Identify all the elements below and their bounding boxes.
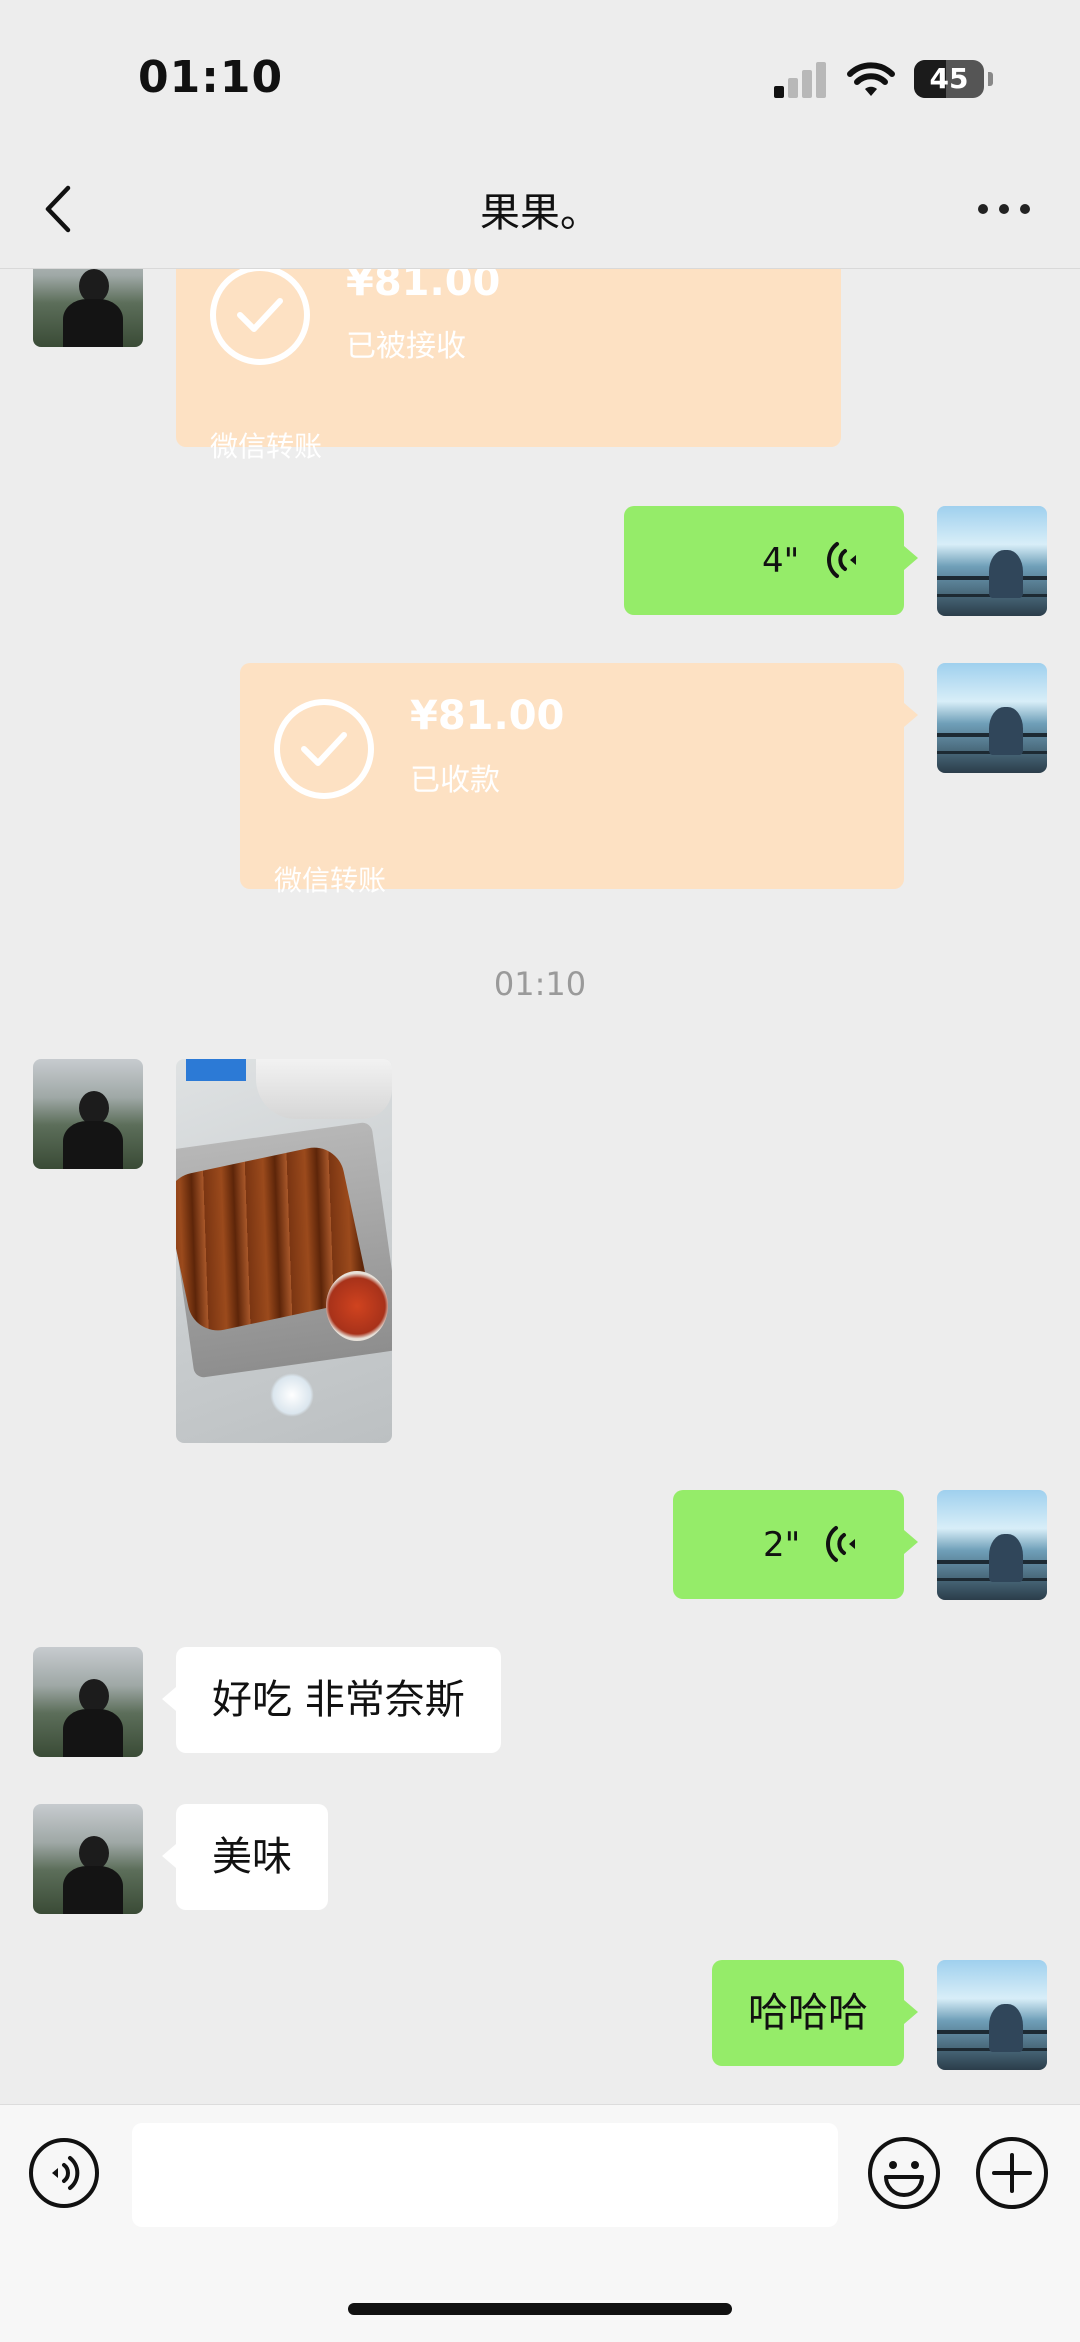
voice-mode-icon[interactable] bbox=[28, 2137, 100, 2209]
emoji-icon[interactable] bbox=[866, 2135, 942, 2211]
image-message[interactable] bbox=[176, 1059, 392, 1443]
transfer-amount: ¥81.00 bbox=[410, 693, 565, 739]
plus-circle-icon[interactable] bbox=[974, 2135, 1050, 2211]
voice-duration: 2" bbox=[763, 1525, 801, 1565]
battery-icon: 45 bbox=[914, 60, 993, 98]
contact-avatar[interactable] bbox=[33, 1647, 143, 1757]
check-circle-icon bbox=[274, 699, 374, 799]
chat-title: 果果。 bbox=[480, 190, 600, 236]
text-message[interactable]: 美味 bbox=[162, 1804, 328, 1910]
voice-message[interactable]: 4" bbox=[624, 506, 918, 615]
voice-wave-icon bbox=[827, 542, 856, 578]
voice-message[interactable]: 2" bbox=[673, 1490, 918, 1599]
chat-header: 果果。 bbox=[0, 150, 1080, 269]
more-horizontal-icon[interactable] bbox=[978, 204, 1030, 216]
battery-level: 45 bbox=[929, 62, 969, 95]
message-list[interactable]: ¥81.00 已被接收 微信转账 4" ¥81.00 已收款 微信转账 01:1… bbox=[0, 269, 1080, 2104]
text-message[interactable]: 哈哈哈 bbox=[712, 1960, 918, 2066]
transfer-source: 微信转账 bbox=[274, 864, 387, 897]
message-timestamp: 01:10 bbox=[493, 965, 587, 1003]
voice-duration: 4" bbox=[762, 541, 800, 581]
check-circle-icon bbox=[210, 269, 310, 365]
my-avatar[interactable] bbox=[937, 663, 1047, 773]
home-indicator[interactable] bbox=[348, 2303, 732, 2315]
transfer-amount: ¥81.00 bbox=[346, 269, 501, 305]
voice-wave-icon bbox=[826, 1526, 855, 1562]
message-input[interactable] bbox=[132, 2123, 838, 2227]
contact-avatar[interactable] bbox=[33, 1059, 143, 1169]
status-time: 01:10 bbox=[138, 52, 284, 103]
text-message[interactable]: 好吃 非常奈斯 bbox=[162, 1647, 501, 1753]
wifi-icon bbox=[847, 62, 895, 96]
my-avatar[interactable] bbox=[937, 1490, 1047, 1600]
transfer-card[interactable]: ¥81.00 已被接收 微信转账 bbox=[176, 269, 841, 463]
contact-avatar[interactable] bbox=[33, 269, 143, 347]
my-avatar[interactable] bbox=[937, 1960, 1047, 2070]
transfer-source: 微信转账 bbox=[210, 430, 323, 463]
status-bar: 01:10 45 bbox=[0, 0, 1080, 150]
transfer-status: 已收款 bbox=[410, 763, 500, 798]
transfer-card[interactable]: ¥81.00 已收款 微信转账 bbox=[240, 663, 918, 897]
my-avatar[interactable] bbox=[937, 506, 1047, 616]
transfer-status: 已被接收 bbox=[346, 329, 466, 364]
cellular-signal-icon bbox=[774, 62, 830, 98]
contact-avatar[interactable] bbox=[33, 1804, 143, 1914]
input-bar bbox=[0, 2104, 1080, 2342]
